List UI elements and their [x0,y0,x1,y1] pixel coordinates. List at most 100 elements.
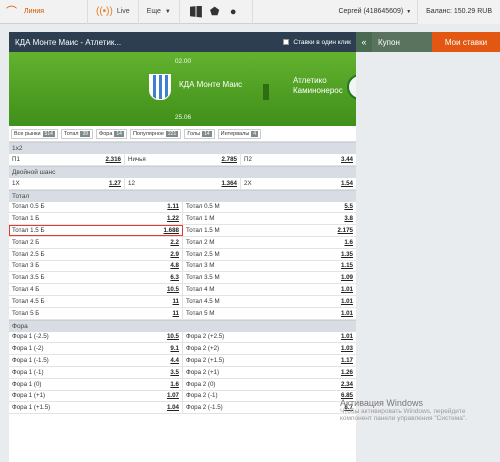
odds-value[interactable]: 1.17 [341,357,353,364]
odds-value[interactable]: 2.34 [341,381,353,388]
odds-cell[interactable]: Тотал 3 Б 4.8 [9,260,183,272]
odds-value[interactable]: 1.11 [167,203,179,210]
market-label: Тотал 1 Б [12,215,40,223]
odds-cell[interactable]: Фора 2 (+1) 1.26 [183,366,357,378]
filter-total[interactable]: Тотал 39 [60,128,94,139]
odds-cell[interactable]: Тотал 4.5 М 1.01 [183,295,357,307]
filter-intervals[interactable]: Интервалы 4 [217,128,262,139]
odds-cell[interactable]: Тотал 3.5 Б 6.3 [9,272,183,284]
odds-cell[interactable]: Фора 1 (-1.5) 4.4 [9,355,183,366]
odds-cell[interactable]: Тотал 4.5 Б 11 [9,295,183,307]
odds-cell[interactable]: Тотал 4 Б 10.5 [9,284,183,295]
odds-value[interactable]: 2.2 [170,239,179,246]
odds-cell[interactable]: Тотал 3 М 1.15 [183,260,357,272]
odds-cell[interactable]: П1 2.316 [9,154,125,165]
odds-value[interactable]: 1.6 [344,239,353,246]
odds-cell[interactable]: Тотал 2 Б 2.2 [9,236,183,248]
odds-cell[interactable]: Фора 1 (-1) 3.5 [9,366,183,378]
odds-cell[interactable]: Фора 2 (-1) 6.85 [183,390,357,402]
odds-value[interactable]: 10.5 [167,286,179,293]
odds-value[interactable]: 4.8 [170,262,179,269]
odds-cell[interactable]: Тотал 0.5 Б 1.11 [9,201,183,213]
filter-handicap[interactable]: Фора 14 [96,128,127,139]
checkbox[interactable] [283,39,290,45]
odds-cell[interactable]: Фора 2 (0) 2.34 [183,378,357,390]
odds-value[interactable]: 4.4 [170,357,179,364]
odds-value[interactable]: 1.6 [170,381,179,388]
balance-display[interactable]: Баланс: 150.29 RUB [417,0,500,24]
odds-cell[interactable]: Фора 1 (+1.5) 1.04 [9,402,183,414]
odds-value[interactable]: 1.26 [341,369,353,376]
odds-cell[interactable]: Тотал 0.5 М 5.5 [183,201,357,213]
odds-value[interactable]: 11 [172,310,179,317]
odds-cell[interactable]: Тотал 2 М 1.6 [183,236,357,248]
apple-icon[interactable]: ● [230,6,242,18]
my-bets-tab[interactable]: Мои ставки [432,32,500,52]
odds-cell[interactable]: П2 3.44 [241,154,357,165]
odds-value[interactable]: 6.3 [170,274,179,281]
odds-value[interactable]: 1.01 [341,310,353,317]
odds-cell[interactable]: Фора 1 (0) 1.6 [9,378,183,390]
section-handicap[interactable]: Фора [9,319,357,332]
windows-icon[interactable] [189,5,202,18]
odds-value[interactable]: 9.1 [170,345,179,352]
odds-value[interactable]: 3.8 [344,215,353,222]
filter-all-markets[interactable]: Все рынки 514 [11,128,58,139]
logo-line-tab[interactable]: ⌒ Линия [0,0,88,24]
odds-value[interactable]: 1.09 [341,274,353,281]
table-row: Тотал 4.5 Б 11 Тотал 4.5 М 1.01 [9,295,357,308]
odds-cell[interactable]: Фора 2 (+2) 1.03 [183,343,357,355]
odds-cell[interactable]: Фора 1 (+1) 1.07 [9,390,183,402]
odds-value[interactable]: 11 [172,298,179,305]
odds-cell[interactable]: Фора 1 (-2) 9.1 [9,343,183,355]
single-click-toggle[interactable]: Ставки в один клик [283,39,351,46]
odds-cell[interactable]: Тотал 1.5 М 2.175 [183,225,357,236]
odds-cell[interactable]: Тотал 1 М 3.8 [183,213,357,225]
odds-cell[interactable]: Тотал 4 М 1.01 [183,284,357,295]
odds-cell[interactable]: Фора 2 (-1.5) 8.7 [183,402,357,414]
section-double-chance[interactable]: Двойной шанс [9,165,357,178]
odds-cell[interactable]: Ничья 2.785 [125,154,241,165]
market-label: Тотал 2 Б [12,238,40,246]
collapse-arrow-icon[interactable]: « [356,32,372,52]
odds-value[interactable]: 3.5 [170,369,179,376]
odds-value[interactable]: 2.175 [338,227,353,234]
odds-cell[interactable]: Тотал 1 Б 1.22 [9,213,183,225]
odds-cell[interactable]: 2X 1.54 [241,177,357,189]
odds-cell[interactable]: Фора 2 (+2.5) 1.01 [183,331,357,343]
odds-value[interactable]: 1.03 [341,345,353,352]
odds-value[interactable]: 5.5 [344,203,353,210]
odds-cell[interactable]: Тотал 2.5 М 1.35 [183,248,357,260]
odds-value[interactable]: 1.35 [341,251,353,258]
odds-value[interactable]: 1.22 [167,215,179,222]
section-1x2[interactable]: 1x2 [9,142,357,154]
odds-value[interactable]: 1.07 [167,392,179,399]
odds-value[interactable]: 1.688 [164,227,179,234]
odds-value[interactable]: 10.5 [167,333,179,340]
odds-value[interactable]: 1.15 [341,262,353,269]
odds-cell[interactable]: 12 1.364 [125,177,241,189]
odds-value[interactable]: 2.9 [170,251,179,258]
android-icon[interactable]: ⬟ [210,6,222,18]
odds-cell[interactable]: Фора 1 (-2.5) 10.5 [9,331,183,343]
odds-cell[interactable]: Тотал 3.5 М 1.09 [183,272,357,284]
coupon-tab[interactable]: Купон [372,32,432,52]
table-row: 1X 1.27 12 1.364 2X 1.54 [9,177,357,190]
odds-value[interactable]: 1.01 [341,298,353,305]
odds-cell[interactable]: Тотал 5 Б 11 [9,307,183,319]
odds-value[interactable]: 1.04 [167,404,179,411]
user-menu[interactable]: Сергей (418645609) ▼ [332,8,417,15]
odds-value[interactable]: 1.01 [341,333,353,340]
odds-value[interactable]: 1.01 [341,286,353,293]
odds-cell[interactable]: 1X 1.27 [9,177,125,189]
section-total[interactable]: Тотал [9,189,357,202]
odds-cell[interactable]: Тотал 2.5 Б 2.9 [9,248,183,260]
live-tab[interactable]: ((•)) Live [88,0,139,24]
filter-goals[interactable]: Голы 14 [184,128,215,139]
odds-cell[interactable]: Тотал 1.5 Б 1.688 [9,225,183,236]
filter-popular[interactable]: Популярное 221 [129,128,182,139]
odds-cell[interactable]: Фора 2 (+1.5) 1.17 [183,355,357,366]
odds-cell[interactable]: Тотал 5 М 1.01 [183,307,357,319]
market-label: Фора 1 (-2.5) [12,333,49,341]
more-dropdown[interactable]: Еще ▼ [139,0,180,24]
